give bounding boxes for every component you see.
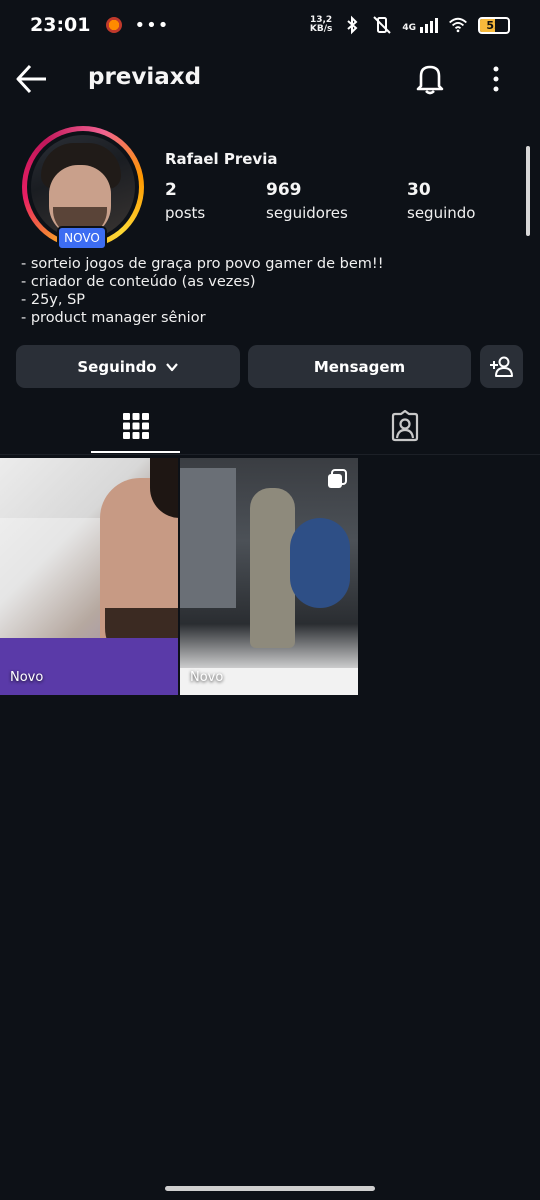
post-new-label: Novo [190,670,224,685]
stat-followers-count: 969 [266,180,302,200]
message-label: Mensagem [313,357,406,376]
wifi-icon [449,17,467,33]
message-button[interactable]: Mensagem [248,345,471,388]
signal-icon: 4G [402,17,438,33]
stat-followers-label: seguidores [266,204,348,222]
status-icons: 13,2 KB/s 4G 52 [310,15,510,35]
stat-posts-label: posts [165,204,206,222]
tabs-divider [0,454,540,455]
chevron-down-icon [165,362,178,371]
add-person-icon [489,356,513,377]
post-new-label: Novo [10,670,44,685]
stat-posts-count: 2 [165,180,177,200]
scrollbar[interactable] [526,146,530,236]
battery-level: 52 [486,18,502,32]
more-vertical-icon[interactable] [484,62,508,96]
tab-posts-grid[interactable] [91,398,180,454]
stat-followers[interactable]: 969 seguidores [266,180,348,222]
basketball-app-icon [106,17,123,33]
status-bar: 23:01 ••• 13,2 KB/s 4G 52 [0,0,540,50]
post-thumbnail[interactable]: Novo [180,458,358,695]
profile-username: previaxd [88,64,202,90]
stat-following-count: 30 [407,180,431,200]
active-tab-indicator [91,451,180,453]
bio-line: - 25y, SP [21,292,86,308]
avatar [31,135,135,239]
stat-posts[interactable]: 2 posts [165,180,205,222]
bio-line: - criador de conteúdo (as vezes) [21,274,256,290]
bio-line: - sorteio jogos de graça pro povo gamer … [21,256,384,272]
network-speed-unit: KB/s [309,24,333,34]
bio-line: - product manager sênior [21,310,206,326]
network-type: 4G [402,22,416,33]
status-time: 23:01 [30,14,91,36]
bio: - sorteio jogos de graça pro povo gamer … [21,255,384,327]
bell-icon[interactable] [412,60,448,96]
arrow-left-icon[interactable] [14,62,50,96]
grid-icon [122,413,149,439]
new-story-badge: NOVO [57,226,107,250]
battery-indicator: 52 [478,16,510,34]
tagged-person-icon [391,410,418,442]
display-name: Rafael Previa [165,150,278,168]
stat-following-label: seguindo [407,204,476,222]
post-thumbnail[interactable]: Novo [0,458,178,695]
more-notifications-icon: ••• [134,14,170,36]
top-app-bar: previaxd [0,50,540,108]
stat-following[interactable]: 30 seguindo [407,180,475,222]
figure-statue-shape [250,488,295,648]
vibrate-off-icon [373,16,392,34]
following-label: Seguindo [77,357,157,376]
home-indicator[interactable] [165,1186,375,1191]
add-person-button[interactable] [480,345,523,388]
multiple-photos-icon [328,469,347,488]
network-speed: 13,2 KB/s [310,16,332,34]
tab-tagged[interactable] [360,398,449,454]
following-button[interactable]: Seguindo [16,345,240,388]
bluetooth-icon [347,15,358,35]
